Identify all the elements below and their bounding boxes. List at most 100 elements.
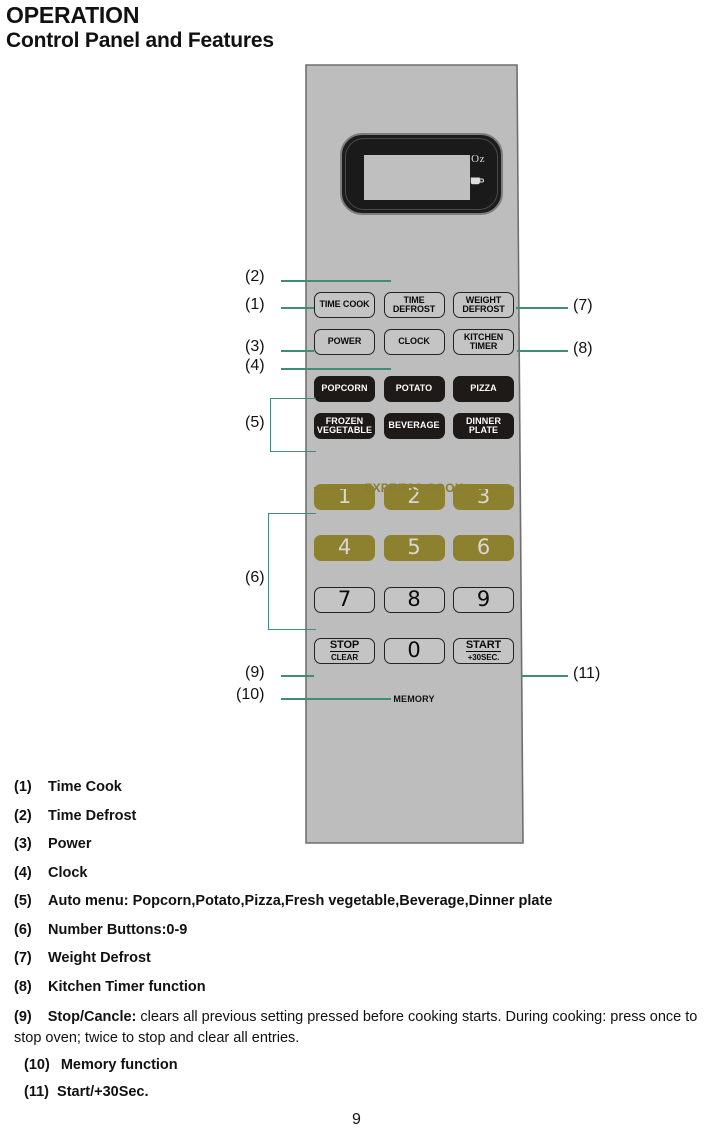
legend-item: (8) Kitchen Timer function <box>14 979 713 996</box>
bracket-5 <box>270 398 316 452</box>
legend-item-index: (7) <box>14 950 32 966</box>
page-subtitle: Control Panel and Features <box>6 29 274 52</box>
legend-item: (7) Weight Defrost <box>14 950 713 967</box>
button-row-1: TIME COOK TIME DEFROST WEIGHT DEFROST <box>314 292 514 318</box>
button-dinner-plate[interactable]: DINNER PLATE <box>453 413 514 439</box>
legend-item-index: (9) <box>14 1009 32 1025</box>
legend-item-text: Memory function <box>60 1057 178 1073</box>
button-number-8[interactable]: 8 <box>383 587 445 613</box>
button-number-9[interactable]: 9 <box>453 587 514 613</box>
cup-icon <box>470 177 485 185</box>
button-kitchen-timer-line2: TIMER <box>469 341 498 351</box>
legend-item-index: (11) <box>24 1084 49 1100</box>
legend-item-index: (10) <box>24 1057 50 1073</box>
button-row-4: FROZEN VEGETABLE BEVERAGE DINNER PLATE <box>314 413 514 439</box>
button-start-30sec[interactable]: START +30SEC. <box>453 638 514 664</box>
button-time-defrost[interactable]: TIME DEFROST <box>383 292 445 318</box>
callout-5: (5) <box>245 414 265 431</box>
legend-item: (2) Time Defrost <box>14 808 713 825</box>
legend-item-stop-cancel-bold: Stop/Cancle: <box>47 1009 137 1025</box>
button-grid: TIME COOK TIME DEFROST WEIGHT DEFROST PO… <box>314 292 514 664</box>
button-row-2: POWER CLOCK KITCHEN TIMER <box>314 329 514 355</box>
legend-item: (1) Time Cook <box>14 779 713 796</box>
button-row-8: STOP CLEAR 0 START +30SEC. <box>314 638 514 664</box>
button-number-7[interactable]: 7 <box>314 587 375 613</box>
button-weight-defrost-line2: DEFROST <box>462 304 505 314</box>
legend-item-text: Time Defrost <box>48 807 137 824</box>
legend-list: (1) Time Cook (2) Time Defrost (3) Power… <box>14 779 713 1109</box>
callout-2: (2) <box>245 268 265 285</box>
page-number: 9 <box>352 1111 361 1128</box>
button-frozen-vegetable-line2: VEGETABLE <box>316 425 373 435</box>
express-cook-label: EXPRESS COOK <box>364 481 464 495</box>
button-start-label: START <box>465 639 502 652</box>
button-row-7: 7 8 9 <box>314 587 514 613</box>
button-stop-clear[interactable]: STOP CLEAR <box>314 638 375 664</box>
button-power[interactable]: POWER <box>314 329 375 355</box>
legend-item: (6) Number Buttons:0-9 <box>14 922 713 939</box>
callout-10: (10) <box>236 686 265 703</box>
leader-line-9 <box>281 675 314 677</box>
legend-item-text: Number Buttons:0-9 <box>48 921 188 938</box>
button-number-0[interactable]: 0 <box>383 638 445 664</box>
legend-item-text: Weight Defrost <box>48 950 151 966</box>
legend-item-text: Power <box>48 836 92 852</box>
legend-item-text: Time Cook <box>48 779 122 795</box>
callout-1: (1) <box>245 296 265 313</box>
button-clock[interactable]: CLOCK <box>383 329 445 355</box>
leader-line-10 <box>281 698 391 700</box>
button-stop-label: STOP <box>329 639 360 652</box>
button-30sec-label: +30SEC. <box>467 653 500 662</box>
legend-item-index: (4) <box>14 864 32 881</box>
callout-3: (3) <box>245 338 265 355</box>
button-dinner-plate-line2: PLATE <box>468 425 499 435</box>
button-beverage[interactable]: BEVERAGE <box>383 413 445 439</box>
button-frozen-vegetable[interactable]: FROZEN VEGETABLE <box>314 413 375 439</box>
display-bezel: Oz <box>340 133 503 215</box>
legend-item-text: Start/+30Sec. <box>57 1084 149 1100</box>
callout-6: (6) <box>245 569 265 586</box>
callout-8: (8) <box>573 340 593 357</box>
button-number-5[interactable]: 5 <box>383 535 445 561</box>
button-pizza[interactable]: PIZZA <box>453 376 514 402</box>
callout-9: (9) <box>245 664 265 681</box>
button-time-cook[interactable]: TIME COOK <box>314 292 375 318</box>
legend-item-index: (1) <box>14 779 32 795</box>
callout-11: (11) <box>573 665 601 682</box>
leader-line-3 <box>281 350 314 352</box>
leader-line-2 <box>281 280 391 282</box>
oz-label: Oz <box>471 153 485 165</box>
legend-item-index: (2) <box>14 807 32 824</box>
leader-line-4 <box>281 368 391 370</box>
callout-4: (4) <box>245 357 265 374</box>
button-number-4[interactable]: 4 <box>314 535 375 561</box>
legend-item-text: Kitchen Timer function <box>48 978 206 995</box>
button-clear-label: CLEAR <box>330 653 359 662</box>
leader-line-11 <box>521 675 568 677</box>
legend-item-index: (5) <box>14 893 32 909</box>
leader-line-8 <box>517 350 568 352</box>
button-weight-defrost[interactable]: WEIGHT DEFROST <box>453 292 514 318</box>
express-cook-heading: EXPRESS COOK <box>314 481 514 495</box>
button-number-6[interactable]: 6 <box>453 535 514 561</box>
leader-line-7 <box>516 307 568 309</box>
legend-item: (4) Clock <box>14 865 713 882</box>
legend-item-start: (11) Start/+30Sec. <box>14 1082 713 1103</box>
legend-item-index: (6) <box>14 921 32 938</box>
legend-item-memory: (10) Memory function <box>14 1055 713 1076</box>
legend-item-text: Auto menu: Popcorn,Potato,Pizza,Fresh ve… <box>48 893 553 909</box>
button-potato[interactable]: POTATO <box>383 376 445 402</box>
express-cook-rule-left <box>314 487 358 489</box>
leader-line-1 <box>281 307 314 309</box>
bracket-6 <box>268 513 316 630</box>
legend-item-index: (8) <box>14 978 32 995</box>
button-popcorn[interactable]: POPCORN <box>314 376 375 402</box>
legend-item: (3) Power <box>14 836 713 853</box>
express-cook-rule-right <box>470 487 514 489</box>
legend-item-text: Clock <box>48 864 88 881</box>
button-kitchen-timer[interactable]: KITCHEN TIMER <box>453 329 514 355</box>
page-title: OPERATION <box>6 2 140 28</box>
button-row-3: POPCORN POTATO PIZZA <box>314 376 514 402</box>
legend-item-index: (3) <box>14 836 32 852</box>
button-row-6: 4 5 6 <box>314 535 514 561</box>
